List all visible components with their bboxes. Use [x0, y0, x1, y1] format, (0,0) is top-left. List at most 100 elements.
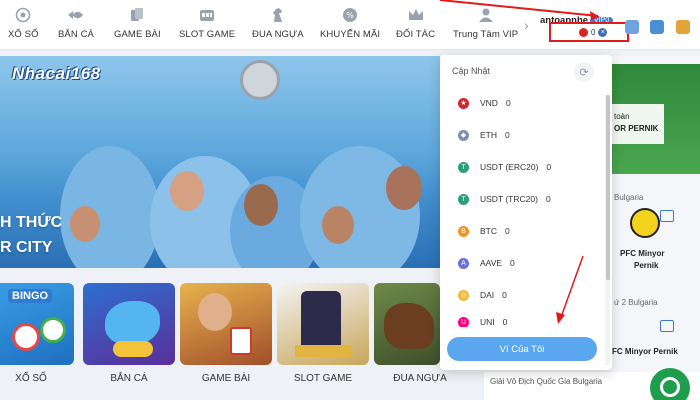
coin-value: 0	[510, 258, 515, 268]
nav-label: ĐUA NGỰA	[252, 29, 304, 40]
horse-icon	[269, 6, 287, 24]
tile-xo-so[interactable]: BINGO	[0, 283, 74, 365]
match-league: Bulgaria	[614, 193, 644, 202]
fish-icon	[67, 6, 85, 24]
nav-item-vip-center[interactable]: Trung Tâm VIP	[453, 6, 518, 40]
scrollbar-thumb[interactable]	[606, 95, 610, 280]
fish-art	[105, 301, 160, 345]
nav-item-khuyen-mai[interactable]: % KHUYẾN MÃI	[320, 6, 380, 40]
banner-headline: R CITY	[0, 239, 53, 256]
tile-label[interactable]: XỔ SỐ	[0, 373, 77, 384]
horse-art	[384, 303, 434, 349]
nav-label: KHUYẾN MÃI	[320, 29, 381, 40]
wallet-icon[interactable]	[650, 20, 664, 34]
chat-icon	[660, 377, 680, 397]
coin-name: DAI	[480, 290, 495, 300]
tv-icon[interactable]	[660, 210, 674, 222]
coin-row-dai[interactable]: ◎ DAI 0	[458, 287, 507, 303]
nav-item-xo-so[interactable]: XỔ SỐ	[8, 6, 39, 40]
slot-icon	[198, 6, 216, 24]
coin-row-eth[interactable]: ◆ ETH 0	[458, 127, 510, 143]
player-figure	[60, 146, 160, 268]
match-team: OR PERNIK	[614, 124, 659, 133]
match-text: toàn	[614, 112, 630, 121]
balance-value: 0	[591, 27, 596, 37]
menu-icon[interactable]	[676, 20, 690, 34]
vnd-coin-icon	[579, 27, 588, 37]
coin-name: BTC	[480, 226, 497, 236]
nav-label: ĐỐI TÁC	[396, 29, 436, 40]
coin-row-aave[interactable]: A AAVE 0	[458, 255, 515, 271]
tile-label[interactable]: SLOT GAME	[277, 373, 369, 384]
tile-ban-ca[interactable]	[83, 283, 175, 365]
bingo-art: BINGO	[8, 289, 53, 303]
coin-row-usdt-erc20[interactable]: T USDT (ERC20) 0	[458, 159, 551, 175]
coin-row-uni[interactable]: U UNI 0	[458, 317, 507, 327]
nav-item-doi-tac[interactable]: ĐỐI TÁC	[396, 6, 435, 40]
team-logo	[630, 208, 660, 238]
vnd-icon: ★	[458, 97, 469, 109]
face	[170, 171, 204, 211]
coin-value: 0	[502, 317, 508, 327]
league-name: Giải Vô Địch Quốc Gia Bulgaria	[490, 377, 603, 386]
coin-value: 0	[505, 226, 510, 236]
tv-icon[interactable]	[660, 320, 674, 332]
face	[322, 206, 354, 244]
lottery-ball	[40, 317, 66, 343]
nav-label: XỔ SỐ	[8, 29, 39, 40]
deposit-icon[interactable]	[625, 20, 639, 34]
tile-label[interactable]: GAME BÀI	[180, 373, 272, 384]
eth-icon: ◆	[458, 129, 469, 141]
chevron-right-icon[interactable]: ›	[524, 17, 529, 33]
coin-value: 0	[505, 130, 510, 140]
tile-label[interactable]: BẮN CÁ	[83, 373, 175, 384]
coin-name: VND	[480, 98, 498, 108]
team-name: Pernik	[634, 261, 659, 270]
balance-selector[interactable]: 0 ×	[549, 22, 629, 42]
nav-label: GAME BÀI	[114, 29, 161, 40]
coin-name: USDT (TRC20)	[480, 194, 538, 204]
lottery-ball	[12, 323, 40, 351]
tile-game-bai[interactable]	[180, 283, 272, 365]
character-art	[198, 293, 232, 331]
nav-label: BẮN CÁ	[58, 29, 94, 40]
chat-button[interactable]	[650, 368, 690, 400]
nav-label: Trung Tâm VIP	[453, 29, 519, 40]
team-name: FC Minyor Pernik	[612, 347, 678, 356]
promo-banner[interactable]: Nhacai168 H THỨC R CITY	[0, 56, 440, 268]
dai-icon: ◎	[458, 289, 469, 301]
nav-item-game-bai[interactable]: GAME BÀI	[114, 6, 161, 40]
coin-value: 0	[502, 290, 507, 300]
refresh-icon[interactable]: ⟳	[574, 62, 594, 82]
coin-value: 0	[545, 194, 551, 204]
face	[386, 166, 422, 210]
nav-item-ban-ca[interactable]: BẮN CÁ	[58, 6, 94, 40]
user-icon	[477, 6, 495, 24]
close-icon[interactable]: ×	[598, 27, 608, 37]
coin-name: ETH	[480, 130, 497, 140]
match-league: ứ 2 Bulgaria	[614, 298, 658, 307]
coin-name: AAVE	[480, 258, 503, 268]
usdt-icon: T	[458, 161, 469, 173]
crown-icon	[407, 6, 425, 24]
my-wallet-button[interactable]: Ví Của Tôi	[447, 337, 597, 361]
team-name: PFC Minyor	[620, 249, 665, 258]
tile-dua-ngua[interactable]	[374, 283, 440, 365]
uni-icon: U	[458, 317, 469, 327]
wallet-dropdown: Cập Nhật ⟳ ★ VND 0 ◆ ETH 0 T USDT (ERC20…	[440, 55, 612, 370]
nav-item-slot-game[interactable]: SLOT GAME	[179, 6, 235, 40]
dropdown-title: Cập Nhật	[452, 66, 491, 76]
banner-headline: H THỨC	[0, 214, 63, 231]
nav-item-dua-ngua[interactable]: ĐUA NGỰA	[252, 6, 304, 40]
gold-ornament	[295, 345, 351, 357]
tile-slot-game[interactable]	[277, 283, 369, 365]
coin-row-vnd[interactable]: ★ VND 0	[458, 95, 511, 111]
coin-name: UNI	[480, 317, 495, 327]
coin-row-btc[interactable]: B BTC 0	[458, 223, 510, 239]
tile-label[interactable]: ĐUA NGỰA	[374, 373, 466, 384]
coin-row-usdt-trc20[interactable]: T USDT (TRC20) 0	[458, 191, 551, 207]
trophy	[240, 60, 280, 100]
usdt-icon: T	[458, 193, 469, 205]
nav-label: SLOT GAME	[179, 29, 236, 40]
aave-icon: A	[458, 257, 469, 269]
